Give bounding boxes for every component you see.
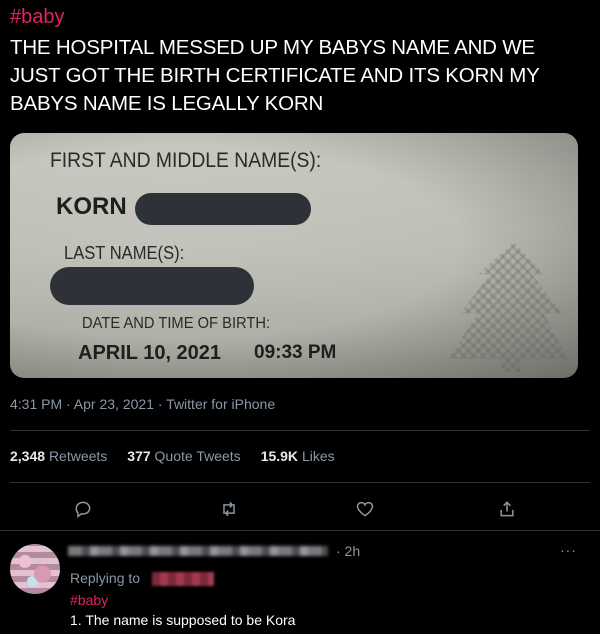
retweet-icon <box>223 501 235 517</box>
replying-to-mention[interactable] <box>152 572 214 586</box>
tweet-meta: 4:31 PM · Apr 23, 2021 · Twitter for iPh… <box>10 396 276 412</box>
reply-hashtag[interactable]: #baby <box>70 592 108 608</box>
redacted-middle-name <box>135 193 311 225</box>
reply-text: 1. The name is supposed to be Kora <box>70 612 296 628</box>
redacted-last-name <box>50 267 254 305</box>
hashtag-link[interactable]: #baby <box>10 6 65 29</box>
retweet-button[interactable] <box>214 494 244 524</box>
birth-time-value: 09:33 PM <box>254 342 337 363</box>
quote-tweets-stat[interactable]: 377 Quote Tweets <box>127 448 240 464</box>
reply-timestamp: · 2h <box>336 543 361 559</box>
reply-button[interactable] <box>68 494 98 524</box>
birth-date-value: APRIL 10, 2021 <box>78 342 222 364</box>
divider-2 <box>10 482 590 483</box>
last-name-label: LAST NAME(S): <box>64 243 185 263</box>
first-name-value: KORN <box>56 193 127 220</box>
more-options-icon[interactable]: ··· <box>560 542 577 558</box>
share-button[interactable] <box>492 494 522 524</box>
reply-icon <box>75 501 91 519</box>
divider-1 <box>10 430 590 431</box>
reply-author-name[interactable] <box>68 546 328 556</box>
share-icon <box>500 501 514 517</box>
like-icon <box>356 501 374 517</box>
tweet-text: THE HOSPITAL MESSED UP MY BABYS NAME AND… <box>10 36 540 115</box>
retweets-stat[interactable]: 2,348 Retweets <box>10 448 107 464</box>
action-bar <box>0 494 600 524</box>
like-button[interactable] <box>350 494 380 524</box>
likes-stat[interactable]: 15.9K Likes <box>261 448 335 464</box>
reply-avatar[interactable] <box>10 544 60 594</box>
divider-3 <box>0 530 600 531</box>
date-time-label: DATE AND TIME OF BIRTH: <box>82 315 271 332</box>
tweet-photo[interactable]: FIRST AND MIDDLE NAME(S): KORN LAST NAME… <box>10 133 578 378</box>
first-middle-name-label: FIRST AND MIDDLE NAME(S): <box>50 149 322 172</box>
engagement-stats: 2,348 Retweets 377 Quote Tweets 15.9K Li… <box>10 448 335 464</box>
replying-to-label: Replying to <box>70 570 141 586</box>
